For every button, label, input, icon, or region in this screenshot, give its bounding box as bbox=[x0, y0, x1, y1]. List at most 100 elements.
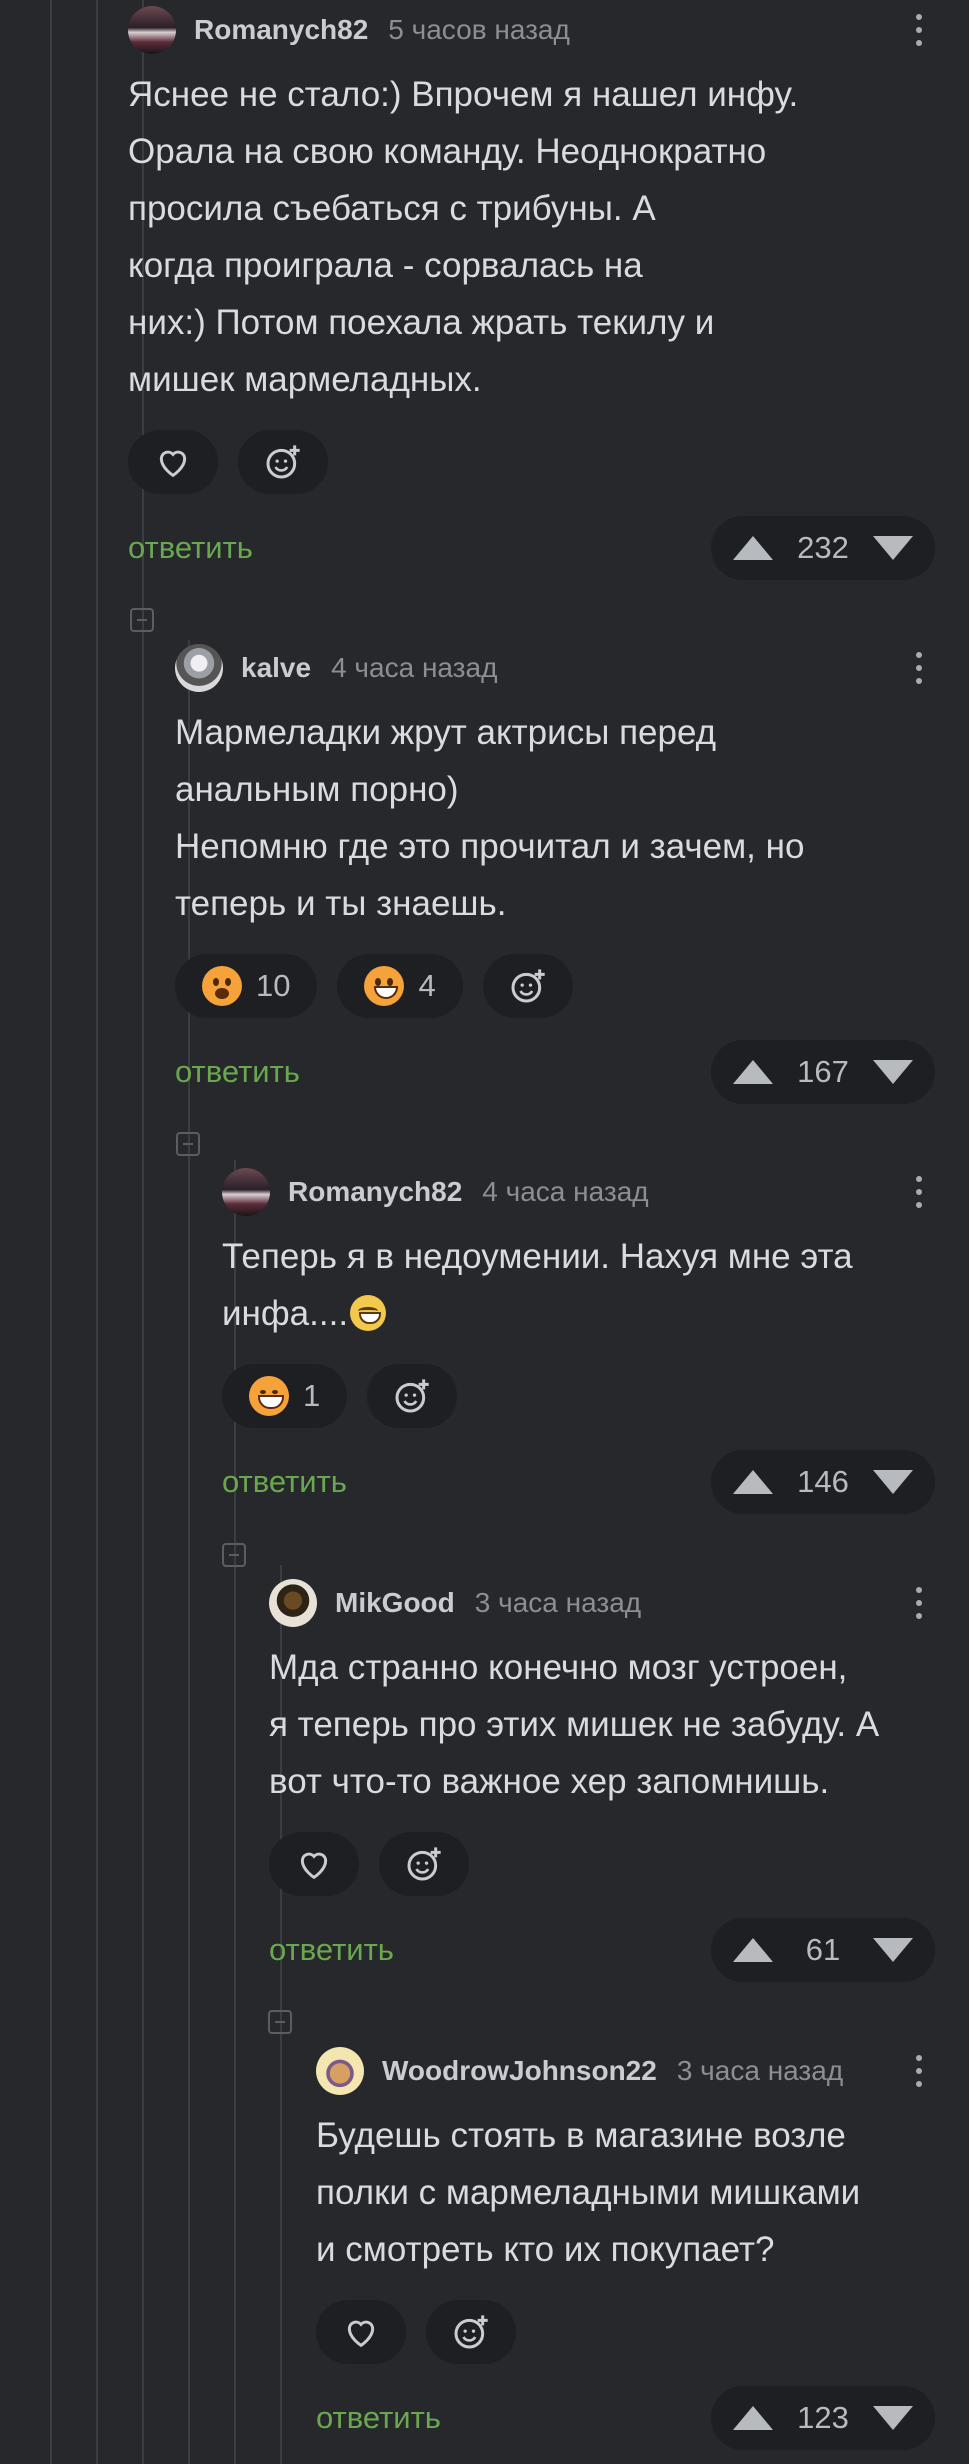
comment: WoodrowJohnson22 3 часа назад Будешь сто… bbox=[316, 2043, 935, 2450]
grinning-face-icon bbox=[364, 966, 405, 1006]
comment-header: MikGood 3 часа назад bbox=[269, 1575, 935, 1631]
downvote-icon[interactable] bbox=[873, 1938, 913, 1962]
reply-link[interactable]: ответить bbox=[128, 530, 253, 566]
downvote-icon[interactable] bbox=[873, 1060, 913, 1084]
reply-link[interactable]: ответить bbox=[316, 2400, 441, 2436]
comment: Romanych82 5 часов назад Яснее не стало:… bbox=[128, 2, 935, 580]
downvote-icon[interactable] bbox=[873, 2406, 913, 2430]
comment: kalve 4 часа назад Мармеладки жрут актри… bbox=[175, 640, 935, 1104]
comment-text: Будешь стоять в магазине возле полки с м… bbox=[316, 2116, 861, 2269]
collapse-thread-button[interactable] bbox=[268, 2010, 292, 2034]
author-name[interactable]: MikGood bbox=[335, 1587, 455, 1619]
more-options-icon[interactable] bbox=[909, 2055, 929, 2087]
heart-icon bbox=[300, 1852, 328, 1880]
upvote-icon[interactable] bbox=[733, 536, 773, 560]
comment-text: Яснее не стало:) Впрочем я нашел инфу. О… bbox=[128, 75, 799, 399]
add-reaction-button[interactable] bbox=[238, 430, 328, 494]
heart-icon bbox=[159, 450, 187, 478]
avatar[interactable] bbox=[222, 1168, 270, 1216]
avatar[interactable] bbox=[128, 6, 176, 54]
add-emoji-icon bbox=[511, 969, 545, 1003]
add-reaction-button[interactable] bbox=[367, 1364, 458, 1428]
collapse-thread-button[interactable] bbox=[130, 608, 154, 632]
heart-icon bbox=[347, 2320, 375, 2348]
rating-control: 123 bbox=[711, 2386, 935, 2450]
reactions-bar bbox=[269, 1832, 935, 1896]
comment-footer: ответить 123 bbox=[316, 2386, 935, 2450]
like-button[interactable] bbox=[316, 2300, 406, 2364]
comment-header: kalve 4 часа назад bbox=[175, 640, 935, 696]
comment-time: 3 часа назад bbox=[474, 1587, 642, 1618]
downvote-icon[interactable] bbox=[873, 536, 913, 560]
reaction-button[interactable]: 1 bbox=[222, 1364, 348, 1428]
comment: MikGood 3 часа назад Мда странно конечно… bbox=[269, 1575, 935, 1982]
collapse-thread-button[interactable] bbox=[222, 1543, 246, 1567]
more-options-icon[interactable] bbox=[909, 1176, 929, 1208]
shocked-face-icon bbox=[202, 966, 242, 1006]
rating-control: 167 bbox=[711, 1040, 935, 1104]
reactions-bar: 1 bbox=[222, 1364, 935, 1428]
comment-time: 3 часа назад bbox=[676, 2055, 844, 2086]
thread-line bbox=[96, 0, 98, 2464]
author-name[interactable]: Romanych82 bbox=[288, 1176, 462, 1208]
comment-header: WoodrowJohnson22 3 часа назад bbox=[316, 2043, 935, 2099]
reactions-bar bbox=[316, 2300, 935, 2364]
rating-score: 232 bbox=[797, 530, 849, 565]
comment-time: 5 часов назад bbox=[388, 14, 570, 45]
add-emoji-icon bbox=[454, 2315, 488, 2349]
rating-score: 167 bbox=[797, 1054, 849, 1089]
comment-header: Romanych82 4 часа назад bbox=[222, 1164, 935, 1220]
reaction-button[interactable]: 4 bbox=[337, 954, 463, 1018]
comment-footer: ответить 146 bbox=[222, 1450, 935, 1514]
reaction-count: 1 bbox=[303, 1378, 321, 1413]
reaction-count: 4 bbox=[418, 968, 436, 1003]
thread-line bbox=[50, 0, 52, 2464]
author-name[interactable]: WoodrowJohnson22 bbox=[382, 2055, 657, 2087]
rating-score: 123 bbox=[797, 2400, 849, 2435]
like-button[interactable] bbox=[128, 430, 218, 494]
like-button[interactable] bbox=[269, 1832, 359, 1896]
collapse-thread-button[interactable] bbox=[176, 1132, 200, 1156]
rating-control: 232 bbox=[711, 516, 935, 580]
avatar[interactable] bbox=[269, 1579, 317, 1627]
add-reaction-button[interactable] bbox=[426, 2300, 516, 2364]
comment: Romanych82 4 часа назад Теперь я в недоу… bbox=[222, 1164, 935, 1514]
comment-time: 4 часа назад bbox=[482, 1176, 649, 1207]
comment-text: Мда странно конечно мозг устроен, я тепе… bbox=[269, 1648, 880, 1801]
reply-link[interactable]: ответить bbox=[269, 1932, 394, 1968]
comment-footer: ответить 167 bbox=[175, 1040, 935, 1104]
more-options-icon[interactable] bbox=[909, 652, 929, 684]
reply-link[interactable]: ответить bbox=[175, 1054, 300, 1090]
author-name[interactable]: Romanych82 bbox=[194, 14, 368, 46]
add-emoji-icon bbox=[266, 445, 300, 479]
comment-footer: ответить 61 bbox=[269, 1918, 935, 1982]
comment-text: Теперь я в недоумении. Нахуя мне эта инф… bbox=[222, 1228, 935, 1342]
reaction-button[interactable]: 10 bbox=[175, 954, 318, 1018]
comment-text-content: Теперь я в недоумении. Нахуя мне эта инф… bbox=[222, 1237, 853, 1333]
downvote-icon[interactable] bbox=[873, 1470, 913, 1494]
reactions-bar bbox=[128, 430, 935, 494]
add-reaction-button[interactable] bbox=[379, 1832, 469, 1896]
rating-control: 146 bbox=[711, 1450, 935, 1514]
author-name[interactable]: kalve bbox=[241, 652, 311, 684]
more-options-icon[interactable] bbox=[909, 1587, 929, 1619]
rating-score: 146 bbox=[797, 1464, 849, 1499]
reaction-count: 10 bbox=[256, 968, 291, 1003]
upvote-icon[interactable] bbox=[733, 1060, 773, 1084]
avatar[interactable] bbox=[175, 644, 223, 692]
reply-link[interactable]: ответить bbox=[222, 1464, 347, 1500]
reactions-bar: 10 4 bbox=[175, 954, 935, 1018]
upvote-icon[interactable] bbox=[733, 1470, 773, 1494]
comment-header: Romanych82 5 часов назад bbox=[128, 2, 935, 58]
upvote-icon[interactable] bbox=[733, 1938, 773, 1962]
more-options-icon[interactable] bbox=[909, 14, 929, 46]
upvote-icon[interactable] bbox=[733, 2406, 773, 2430]
comment-text: Мармеладки жрут актрисы перед анальным п… bbox=[175, 713, 805, 923]
avatar[interactable] bbox=[316, 2047, 364, 2095]
add-emoji-icon bbox=[395, 1379, 429, 1413]
comment-time: 4 часа назад bbox=[331, 652, 498, 683]
rating-score: 61 bbox=[805, 1932, 841, 1967]
tears-of-joy-face-icon bbox=[249, 1376, 289, 1416]
grinning-squinting-emoji-icon bbox=[350, 1295, 387, 1331]
add-reaction-button[interactable] bbox=[482, 954, 573, 1018]
